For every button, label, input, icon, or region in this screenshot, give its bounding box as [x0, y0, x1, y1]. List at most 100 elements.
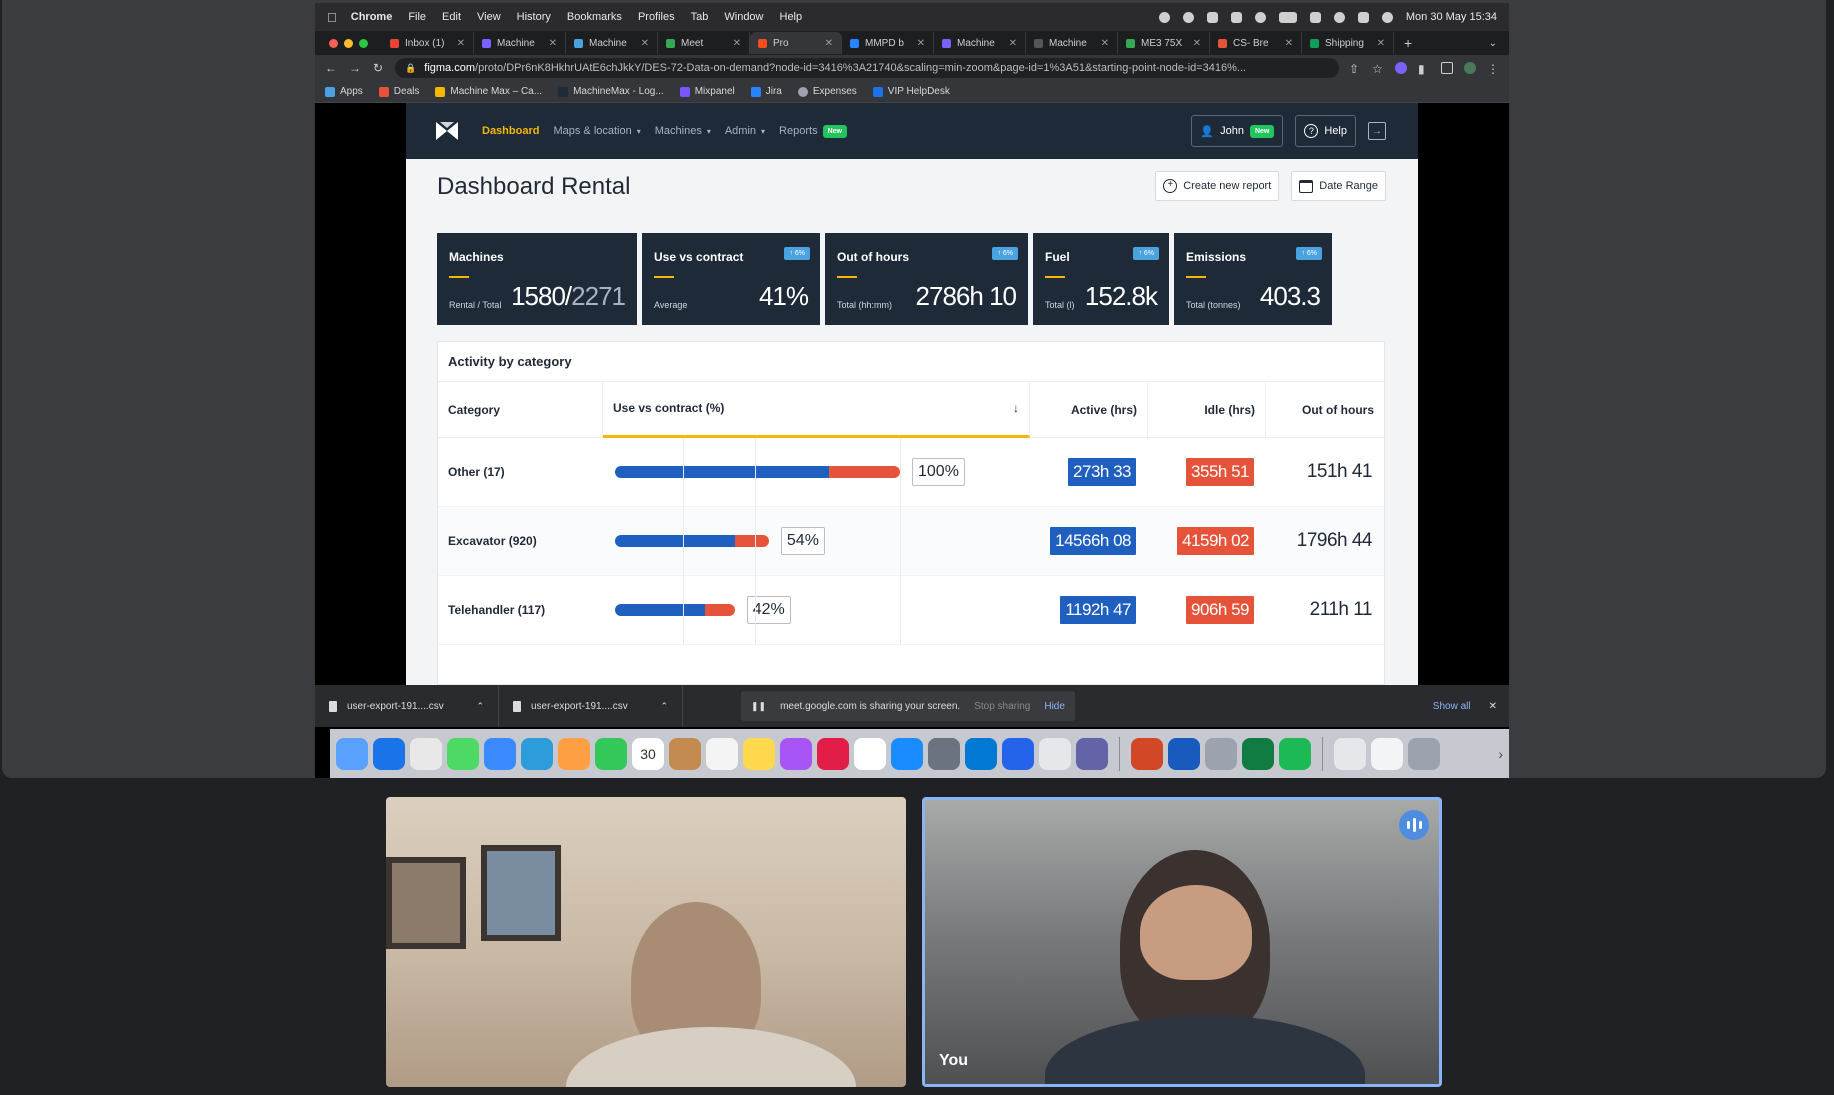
- browser-tab[interactable]: ME3 75X ✕: [1118, 32, 1210, 54]
- share-icon[interactable]: ⇧: [1349, 62, 1361, 76]
- control-center-icon[interactable]: [1357, 11, 1369, 23]
- create-report-button[interactable]: + Create new report: [1155, 171, 1280, 201]
- table-row[interactable]: Excavator (920) 54% 14566h 08 4159h 02 1796h…: [438, 506, 1384, 576]
- menu-tab[interactable]: Tab: [691, 11, 709, 23]
- dock-app-icon[interactable]: [410, 737, 442, 770]
- dock-app-icon[interactable]: [558, 737, 590, 770]
- table-row[interactable]: Other (17) 100% 273h 33 355h 51 151h 41: [438, 437, 1384, 507]
- back-icon[interactable]: ←: [325, 61, 337, 75]
- help-button[interactable]: ? Help: [1295, 115, 1356, 147]
- close-tab-icon[interactable]: ✕: [457, 38, 465, 49]
- browser-tab[interactable]: Machine ✕: [566, 32, 658, 54]
- close-tab-icon[interactable]: ✕: [641, 38, 649, 49]
- machinemax-logo-icon[interactable]: [436, 122, 458, 140]
- user-menu-button[interactable]: 👤 John New: [1191, 115, 1284, 147]
- participant-tile-you[interactable]: You: [922, 797, 1442, 1087]
- dock-app-icon[interactable]: [595, 737, 627, 770]
- close-tab-icon[interactable]: ✕: [1193, 38, 1201, 49]
- menu-edit[interactable]: Edit: [442, 11, 461, 23]
- nav-admin[interactable]: Admin ▾: [725, 125, 765, 137]
- reload-icon[interactable]: ↻: [373, 61, 383, 75]
- stop-sharing-button[interactable]: Stop sharing: [974, 701, 1030, 712]
- dock-app-icon[interactable]: [928, 737, 960, 770]
- bookmark-jira[interactable]: Jira: [750, 86, 782, 97]
- download-item[interactable]: user-export-191....csv ⌃: [315, 685, 499, 727]
- menu-profiles[interactable]: Profiles: [638, 11, 675, 23]
- bookmark-machinemax-log[interactable]: MachineMax - Log...: [558, 86, 664, 97]
- col-idle[interactable]: Idle (hrs): [1148, 381, 1266, 438]
- chevron-up-icon[interactable]: ⌃: [476, 701, 484, 712]
- close-tab-icon[interactable]: ✕: [1101, 38, 1109, 49]
- chrome-menu-icon[interactable]: ⋮: [1487, 62, 1499, 76]
- dock-app-icon[interactable]: [706, 737, 738, 770]
- status-record-icon[interactable]: [1158, 11, 1170, 23]
- col-category[interactable]: Category: [438, 381, 603, 438]
- trash-icon[interactable]: [1408, 737, 1440, 770]
- dock-app-icon[interactable]: [1076, 737, 1108, 770]
- browser-tab[interactable]: MMPD b ✕: [842, 32, 934, 54]
- wifi-icon[interactable]: [1309, 11, 1321, 23]
- siri-icon[interactable]: [1381, 11, 1393, 23]
- dock-app-icon[interactable]: [891, 737, 923, 770]
- dock-app-icon[interactable]: [669, 737, 701, 770]
- address-bar[interactable]: 🔒 figma.com /proto/DPr6nK8HkhrUAtE6chJkk…: [395, 58, 1339, 78]
- lock-icon[interactable]: 🔒: [405, 63, 416, 74]
- zoom-window-icon[interactable]: [359, 38, 368, 48]
- dock-app-icon[interactable]: [1242, 737, 1274, 770]
- bookmark-expenses[interactable]: Expenses: [797, 86, 857, 97]
- apple-icon[interactable]: : [327, 10, 337, 25]
- dock-app-icon[interactable]: [1039, 737, 1071, 770]
- dock-more-icon[interactable]: ›: [1498, 746, 1503, 762]
- chevron-up-icon[interactable]: ⌃: [660, 701, 668, 712]
- dock-app-icon[interactable]: [373, 737, 405, 770]
- bookmark-apps[interactable]: Apps: [325, 86, 363, 97]
- kpi-fuel[interactable]: Fuel ↑ 6% Total (l) 152.8k: [1033, 233, 1169, 325]
- forward-icon[interactable]: →: [349, 61, 361, 75]
- date-range-button[interactable]: Date Range: [1291, 171, 1386, 201]
- nav-maps-location[interactable]: Maps & location ▾: [553, 125, 640, 137]
- close-tab-icon[interactable]: ✕: [1285, 38, 1293, 49]
- dock-app-icon[interactable]: [817, 737, 849, 770]
- close-tab-icon[interactable]: ✕: [549, 38, 557, 49]
- browser-tab[interactable]: Machine ✕: [1026, 32, 1118, 54]
- bookmark-deals[interactable]: Deals: [378, 86, 419, 97]
- download-item[interactable]: user-export-191....csv ⌃: [499, 685, 683, 727]
- battery-icon[interactable]: [1278, 11, 1297, 23]
- browser-tab[interactable]: Meet ✕: [658, 32, 750, 54]
- nav-dashboard[interactable]: Dashboard: [482, 125, 539, 137]
- status-app-icon[interactable]: [1182, 11, 1194, 23]
- col-active[interactable]: Active (hrs): [1030, 381, 1148, 438]
- menu-bookmarks[interactable]: Bookmarks: [567, 11, 622, 23]
- dock-app-icon[interactable]: [854, 737, 886, 770]
- menu-app-name[interactable]: Chrome: [351, 11, 393, 23]
- dock-app-icon[interactable]: [965, 737, 997, 770]
- dock-app-icon[interactable]: [1205, 737, 1237, 770]
- close-downloads-icon[interactable]: ✕: [1489, 701, 1497, 712]
- extension-icon[interactable]: [1395, 62, 1407, 74]
- logout-icon[interactable]: →: [1368, 122, 1386, 140]
- close-window-icon[interactable]: [329, 38, 338, 48]
- dock-app-icon[interactable]: 30: [632, 737, 664, 770]
- dock-app-icon[interactable]: [521, 737, 553, 770]
- minimize-window-icon[interactable]: [344, 38, 353, 48]
- dock-app-icon[interactable]: [336, 737, 368, 770]
- profile-avatar[interactable]: [1464, 62, 1476, 74]
- spotlight-icon[interactable]: [1333, 11, 1345, 23]
- menu-help[interactable]: Help: [780, 11, 803, 23]
- status-notes-icon[interactable]: [1206, 11, 1218, 23]
- participant-tile[interactable]: [386, 797, 906, 1087]
- new-tab-button[interactable]: +: [1404, 35, 1412, 51]
- kpi-machines[interactable]: Machines Rental / Total 1580/2271: [437, 233, 637, 325]
- dock-folder-icon[interactable]: [1371, 737, 1403, 770]
- bookmark-machinemax-ca[interactable]: Machine Max – Ca...: [435, 86, 542, 97]
- col-use-vs-contract[interactable]: Use vs contract (%) ↓: [603, 381, 1030, 438]
- sort-arrow-icon[interactable]: ↓: [1013, 401, 1019, 415]
- menu-clock[interactable]: Mon 30 May 15:34: [1406, 11, 1497, 23]
- bookmark-mixpanel[interactable]: Mixpanel: [679, 86, 735, 97]
- browser-tab[interactable]: Pro ✕: [750, 32, 842, 54]
- menu-window[interactable]: Window: [724, 11, 763, 23]
- kpi-out-of-hours[interactable]: Out of hours ↑ 6% Total (hh:mm) 2786h 10: [825, 233, 1028, 325]
- nav-machines[interactable]: Machines ▾: [655, 125, 711, 137]
- browser-tab[interactable]: Machine ✕: [474, 32, 566, 54]
- browser-tab[interactable]: Shipping ✕: [1302, 32, 1394, 54]
